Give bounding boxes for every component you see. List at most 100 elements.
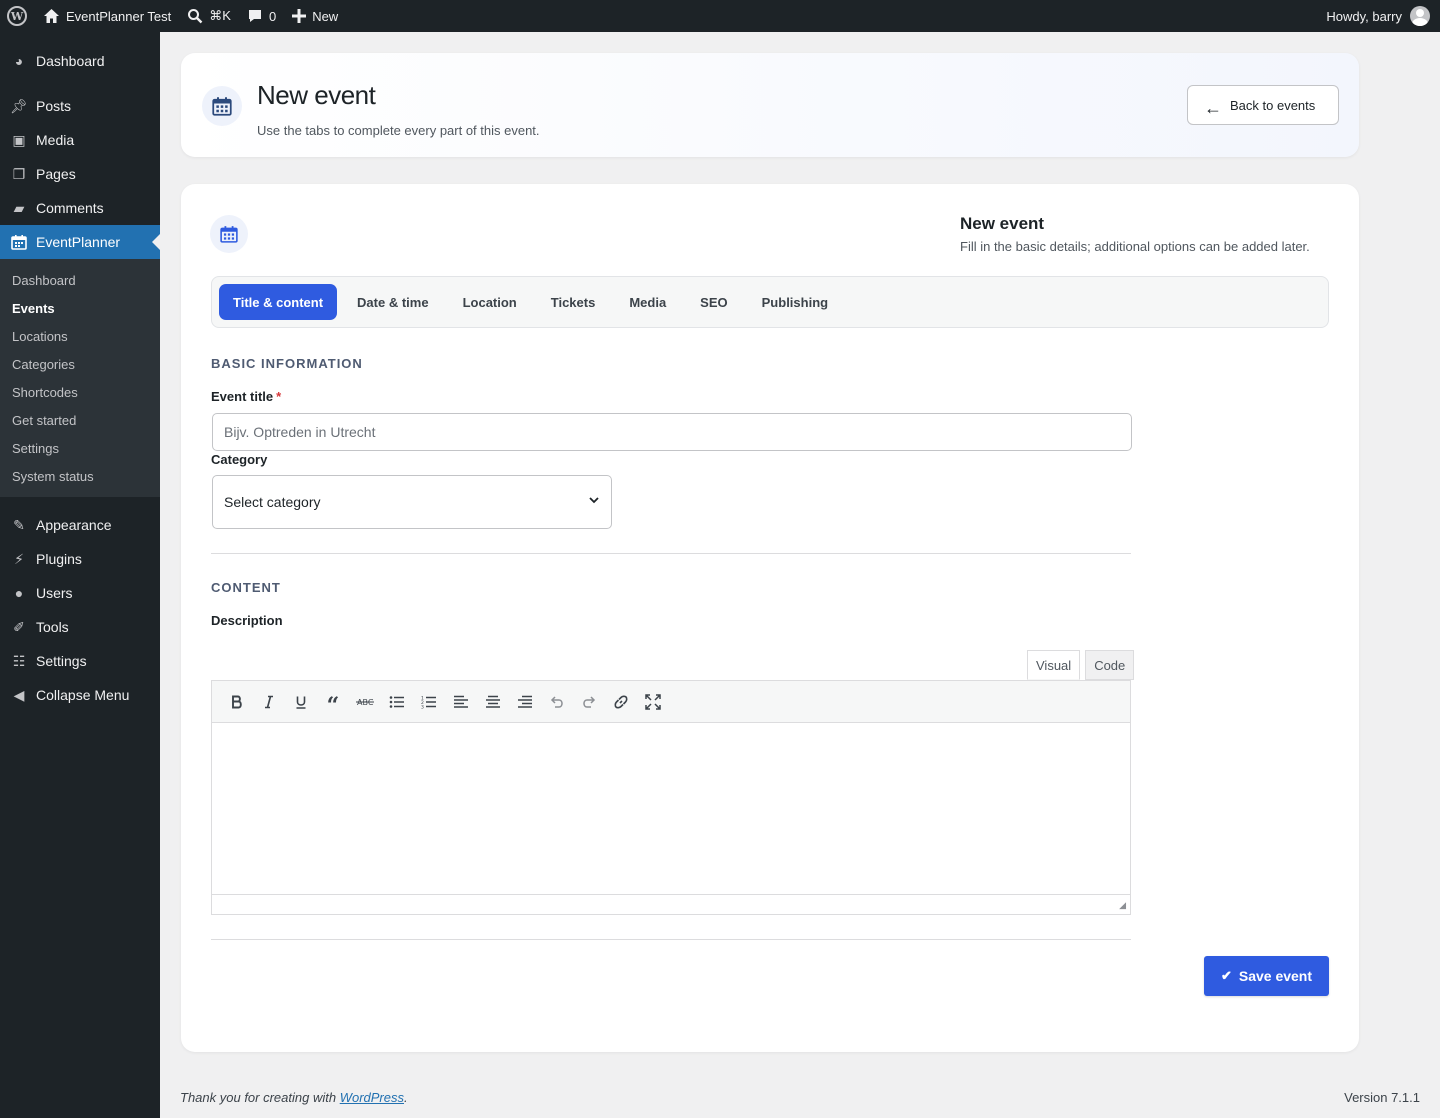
page-title: New event [257, 80, 376, 110]
submenu-item-events[interactable]: Events [0, 294, 160, 322]
tab-seo[interactable]: SEO [683, 284, 744, 320]
submenu-item-dashboard[interactable]: Dashboard [0, 266, 160, 294]
sidebar-item-media[interactable]: ▣ Media [0, 123, 160, 157]
resize-handle-icon[interactable]: ◢ [1119, 900, 1126, 911]
numbered-list-icon[interactable]: 123 [413, 688, 445, 716]
submenu-item-system-status[interactable]: System status [0, 462, 160, 490]
wordpress-logo-menu[interactable]: W [0, 0, 35, 32]
avatar [1410, 6, 1430, 26]
sidebar-item-posts[interactable]: 📌︎ Posts [0, 89, 160, 123]
sidebar-item-label: Dashboard [36, 53, 105, 69]
category-selected-value: Select category [224, 494, 321, 510]
submenu-item-categories[interactable]: Categories [0, 350, 160, 378]
section-divider [211, 939, 1131, 940]
calendar-icon [202, 86, 242, 126]
eventplanner-submenu: Dashboard Events Locations Categories Sh… [0, 259, 160, 497]
back-to-events-button[interactable]: ← Back to events [1187, 85, 1339, 125]
pages-icon: ❐ [12, 165, 26, 182]
event-title-label-text: Event title [211, 389, 274, 404]
wordpress-link[interactable]: WordPress [340, 1090, 404, 1105]
sidebar-item-settings[interactable]: ☷ Settings [0, 644, 160, 678]
editor-tab-visual[interactable]: Visual [1027, 650, 1081, 680]
footer-thanks-suffix: . [404, 1090, 408, 1105]
dashboard-icon: ◕ [14, 53, 24, 69]
checkmark-icon: ✔ [1220, 968, 1232, 983]
collapse-menu-button[interactable]: ◀ Collapse Menu [0, 678, 160, 712]
tab-media[interactable]: Media [612, 284, 683, 320]
submenu-item-locations[interactable]: Locations [0, 322, 160, 350]
category-select[interactable]: Select category [212, 475, 612, 529]
sidebar-item-appearance[interactable]: ✎ Appearance [0, 508, 160, 542]
submenu-item-settings[interactable]: Settings [0, 434, 160, 462]
event-tabs: Title & content Date & time Location Tic… [211, 276, 1329, 328]
undo-icon[interactable] [541, 688, 573, 716]
strikethrough-icon[interactable]: ABC [349, 688, 381, 716]
basic-information-heading: BASIC INFORMATION [211, 356, 363, 371]
underline-icon[interactable] [285, 688, 317, 716]
save-event-button[interactable]: ✔ Save event [1204, 956, 1329, 996]
footer-thanks: Thank you for creating with WordPress. [180, 1090, 408, 1105]
italic-icon[interactable] [253, 688, 285, 716]
align-center-icon[interactable] [477, 688, 509, 716]
tab-tickets[interactable]: Tickets [534, 284, 613, 320]
sidebar-item-label: Pages [36, 166, 76, 182]
editor-content-area[interactable] [212, 723, 1130, 894]
align-left-icon[interactable] [445, 688, 477, 716]
submenu-item-get-started[interactable]: Get started [0, 406, 160, 434]
sidebar-item-comments[interactable]: ▰ Comments [0, 191, 160, 225]
description-editor: “ ABC 123 ◢ [211, 680, 1131, 915]
tab-location[interactable]: Location [446, 284, 534, 320]
calendar-icon [210, 215, 248, 253]
redo-icon[interactable] [573, 688, 605, 716]
version-text: Version 7.1.1 [1344, 1090, 1420, 1105]
sliders-icon: ☷ [12, 652, 26, 669]
admin-bar: W EventPlanner Test ⌘K 0 New Howdy, barr… [0, 0, 1440, 32]
sidebar-item-tools[interactable]: ✐ Tools [0, 610, 160, 644]
align-right-icon[interactable] [509, 688, 541, 716]
sidebar-item-pages[interactable]: ❐ Pages [0, 157, 160, 191]
wordpress-logo-icon: W [7, 6, 27, 26]
sidebar-item-eventplanner[interactable]: EventPlanner [0, 225, 160, 259]
bullet-list-icon[interactable] [381, 688, 413, 716]
tab-publishing[interactable]: Publishing [745, 284, 845, 320]
section-divider [211, 553, 1131, 554]
new-label: New [312, 8, 339, 24]
admin-footer: Thank you for creating with WordPress. V… [180, 1090, 1420, 1105]
plug-icon: ⚡︎ [14, 550, 24, 567]
link-icon[interactable] [605, 688, 637, 716]
comment-icon: ▰ [13, 199, 25, 216]
sidebar-item-users[interactable]: ● Users [0, 576, 160, 610]
fullscreen-icon[interactable] [637, 688, 669, 716]
sidebar-item-label: Media [36, 132, 75, 148]
sidebar-item-label: Collapse Menu [36, 687, 130, 703]
collapse-icon: ◀ [13, 686, 25, 703]
editor-tab-code[interactable]: Code [1085, 650, 1135, 680]
sidebar-item-label: Settings [36, 653, 87, 669]
editor-mode-tabs: Visual Code [1022, 650, 1135, 680]
command-search[interactable]: ⌘K [179, 0, 239, 32]
comments-link[interactable]: 0 [239, 0, 284, 32]
bold-icon[interactable] [221, 688, 253, 716]
home-icon [44, 9, 59, 23]
blockquote-icon[interactable]: “ [317, 688, 349, 719]
tab-date-time[interactable]: Date & time [340, 284, 446, 320]
admin-sidebar: ◕ Dashboard 📌︎ Posts ▣ Media ❐ Pages ▰ C… [0, 32, 160, 1118]
submenu-item-shortcodes[interactable]: Shortcodes [0, 378, 160, 406]
brush-icon: ✎ [13, 516, 25, 533]
event-form-card: New event Fill in the basic details; add… [181, 184, 1359, 1052]
sidebar-item-label: Posts [36, 98, 72, 114]
card-subtitle: Fill in the basic details; additional op… [960, 239, 1310, 254]
new-content-menu[interactable]: New [284, 0, 346, 32]
sidebar-item-plugins[interactable]: ⚡︎ Plugins [0, 542, 160, 576]
card-title: New event [960, 214, 1045, 233]
editor-toolbar: “ ABC 123 [212, 681, 1130, 723]
my-account-menu[interactable]: Howdy, barry [1318, 0, 1440, 32]
plus-icon [292, 9, 307, 23]
site-name-link[interactable]: EventPlanner Test [35, 0, 179, 32]
event-title-input[interactable] [212, 413, 1132, 451]
sidebar-item-label: Tools [36, 619, 69, 635]
tab-title-content[interactable]: Title & content [219, 284, 338, 320]
comment-icon [248, 10, 261, 22]
sidebar-item-dashboard[interactable]: ◕ Dashboard [0, 44, 160, 78]
sidebar-item-label: Users [36, 585, 73, 601]
